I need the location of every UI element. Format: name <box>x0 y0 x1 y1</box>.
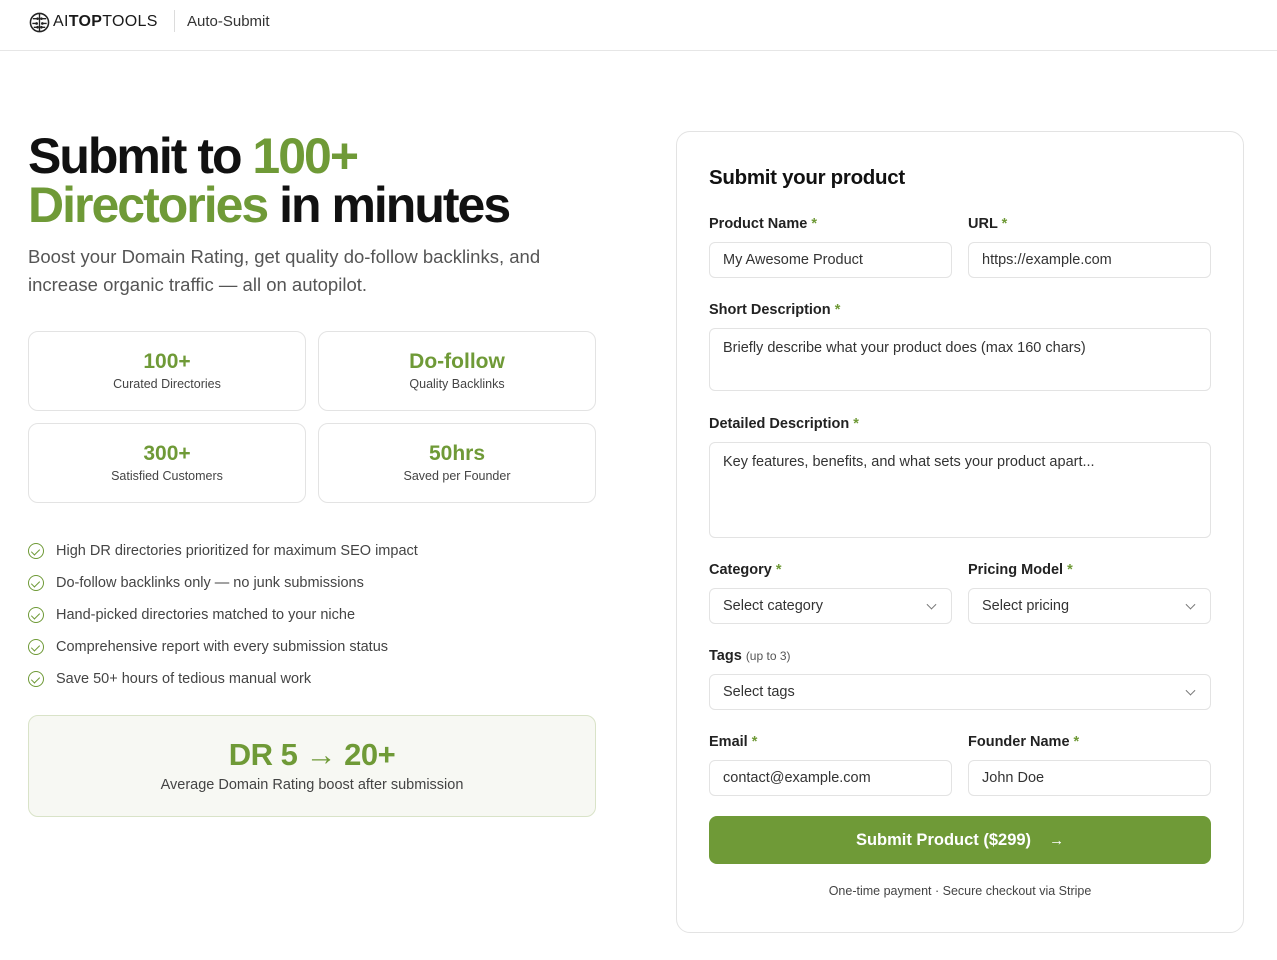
chevron-down-icon <box>926 599 937 610</box>
dr-boost-label: Average Domain Rating boost after submis… <box>160 777 464 793</box>
pricing-select-value: Select pricing <box>982 598 1070 614</box>
site-logo[interactable]: AITOPTOOLS <box>29 12 158 32</box>
dr-boost-value: DR 5 → 20+ <box>228 737 396 772</box>
logo-part-ai: AI <box>53 13 69 30</box>
stat-card-hours-saved: 50hrs Saved per Founder <box>318 423 596 503</box>
tags-hint: (up to 3) <box>745 649 791 663</box>
label-text: URL <box>968 216 998 232</box>
required-mark: * <box>834 302 841 318</box>
dr-boost-card: DR 5 → 20+ Average Domain Rating boost a… <box>28 715 596 817</box>
stat-value: 100+ <box>143 350 191 373</box>
required-mark: * <box>811 216 817 232</box>
short-description-label: Short Description * <box>709 302 840 318</box>
product-name-label: Product Name * <box>709 216 817 232</box>
hero-title-part1: Submit to <box>28 128 253 184</box>
url-input[interactable]: https://example.com <box>968 242 1211 278</box>
stat-card-backlinks: Do-follow Quality Backlinks <box>318 331 596 411</box>
stat-card-directories: 100+ Curated Directories <box>28 331 306 411</box>
label-text: Product Name <box>709 216 808 232</box>
required-mark: * <box>751 734 758 750</box>
feature-item: Comprehensive report with every submissi… <box>28 631 418 663</box>
detailed-description-label: Detailed Description * <box>709 416 859 432</box>
pricing-model-label: Pricing Model * <box>968 562 1073 578</box>
stat-label: Quality Backlinks <box>409 377 505 391</box>
email-input[interactable]: contact@example.com <box>709 760 952 796</box>
submit-button-label: Submit Product ($299) <box>855 830 1032 849</box>
short-description-textarea[interactable]: Briefly describe what your product does … <box>709 328 1211 391</box>
pricing-model-select[interactable]: Select pricing <box>968 588 1211 624</box>
feature-item: Save 50+ hours of tedious manual work <box>28 663 418 695</box>
logo-wordmark: AITOPTOOLS <box>53 13 158 31</box>
feature-text: High DR directories prioritized for maxi… <box>56 543 418 559</box>
chevron-down-icon <box>1185 685 1196 696</box>
feature-item: Do-follow backlinks only — no junk submi… <box>28 567 418 599</box>
submit-product-button[interactable]: Submit Product ($299) → <box>709 816 1211 864</box>
check-circle-icon <box>28 607 44 623</box>
feature-text: Save 50+ hours of tedious manual work <box>56 671 312 687</box>
category-select[interactable]: Select category <box>709 588 952 624</box>
check-circle-icon <box>28 575 44 591</box>
tags-select[interactable]: Select tags <box>709 674 1211 710</box>
stat-label: Saved per Founder <box>403 469 511 483</box>
stat-value: 300+ <box>143 442 191 465</box>
payment-note: One-time payment · Secure checkout via S… <box>828 884 1092 898</box>
brain-icon <box>29 12 50 32</box>
tags-select-value: Select tags <box>723 684 795 700</box>
founder-name-label: Founder Name * <box>968 734 1079 750</box>
hero-title-accent-word: Directories <box>28 177 269 233</box>
top-header: AITOPTOOLS Auto-Submit <box>0 0 1277 51</box>
chevron-down-icon <box>1185 599 1196 610</box>
feature-item: Hand-picked directories matched to your … <box>28 599 418 631</box>
stat-label: Curated Directories <box>113 377 221 391</box>
required-mark: * <box>1001 216 1008 232</box>
label-text: Short Description <box>709 302 831 318</box>
feature-list: High DR directories prioritized for maxi… <box>28 535 418 695</box>
label-text: Pricing Model <box>968 562 1064 578</box>
hero-title-part2: in minutes <box>267 177 511 233</box>
hero-title-accent-count: 100+ <box>252 128 359 184</box>
form-title: Submit your product <box>709 166 905 189</box>
logo-part-tools: TOOLS <box>102 13 158 30</box>
feature-text: Hand-picked directories matched to your … <box>56 607 356 623</box>
feature-item: High DR directories prioritized for maxi… <box>28 535 418 567</box>
url-label: URL * <box>968 216 1007 232</box>
founder-name-input[interactable]: John Doe <box>968 760 1211 796</box>
label-text: Founder Name <box>968 734 1070 750</box>
check-circle-icon <box>28 639 44 655</box>
stat-card-customers: 300+ Satisfied Customers <box>28 423 306 503</box>
product-name-input[interactable]: My Awesome Product <box>709 242 952 278</box>
required-mark: * <box>1073 734 1080 750</box>
stat-value: 50hrs <box>428 442 486 465</box>
email-label: Email * <box>709 734 757 750</box>
label-text: Tags <box>709 648 742 664</box>
required-mark: * <box>1067 562 1073 578</box>
page-label: Auto-Submit <box>187 13 270 30</box>
detailed-description-textarea[interactable]: Key features, benefits, and what sets yo… <box>709 442 1211 538</box>
check-circle-icon <box>28 543 44 559</box>
feature-text: Do-follow backlinks only — no junk submi… <box>56 575 364 591</box>
arrow-right-icon: → <box>1049 831 1065 849</box>
stat-label: Satisfied Customers <box>111 469 223 483</box>
logo-part-top: TOP <box>68 13 103 30</box>
label-text: Detailed Description <box>709 416 850 432</box>
stat-value: Do-follow <box>409 350 505 373</box>
required-mark: * <box>853 416 859 432</box>
category-label: Category * <box>709 562 782 578</box>
label-text: Category <box>709 562 772 578</box>
header-divider <box>174 10 175 32</box>
required-mark: * <box>775 562 782 578</box>
check-circle-icon <box>28 671 44 687</box>
feature-text: Comprehensive report with every submissi… <box>56 639 389 655</box>
label-text: Email <box>709 734 748 750</box>
tags-label: Tags (up to 3) <box>709 648 791 664</box>
hero-title: Submit to 100+ Directories in minutes <box>28 131 648 233</box>
hero-subtitle: Boost your Domain Rating, get quality do… <box>28 246 541 295</box>
category-select-value: Select category <box>723 598 823 614</box>
